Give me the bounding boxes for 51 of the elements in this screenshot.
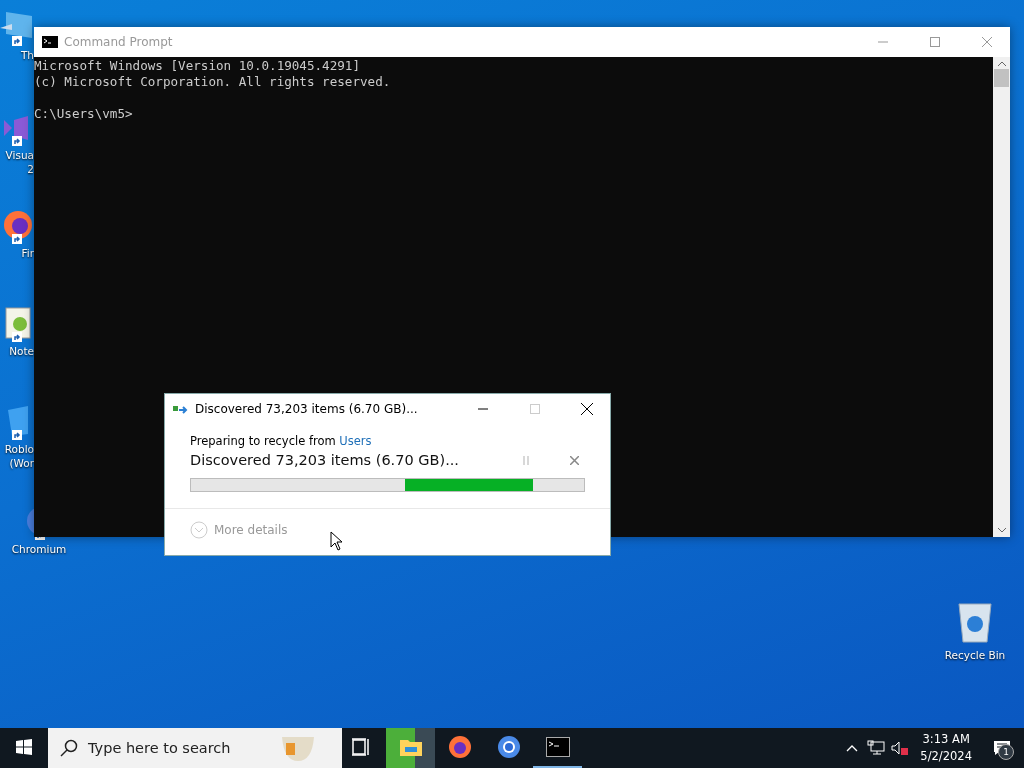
transfer-icon: [173, 403, 189, 415]
clock[interactable]: 3:13 AM 5/2/2024: [912, 731, 980, 765]
cancel-icon[interactable]: [570, 455, 579, 465]
search-field[interactable]: Type here to search: [48, 728, 342, 768]
shortcut-arrow-icon: [12, 136, 22, 146]
chevron-down-icon: [190, 521, 208, 539]
shortcut-arrow-icon: [12, 430, 22, 440]
close-icon: [581, 403, 593, 415]
chevron-up-icon[interactable]: [846, 744, 859, 752]
desktop-icon-label[interactable]: Fir: [21, 246, 34, 260]
maximize-icon: [530, 404, 540, 414]
desktop-icon-label[interactable]: Recycle Bin: [944, 648, 1006, 662]
notification-button[interactable]: 1: [980, 728, 1024, 768]
dialog-title: Discovered 73,203 items (6.70 GB)...: [195, 402, 419, 416]
chromium-icon: [496, 735, 521, 759]
search-icon: [60, 739, 78, 757]
scroll-up-icon[interactable]: [997, 61, 1006, 67]
network-icon[interactable]: [867, 740, 886, 756]
desktop-icon-label[interactable]: 2: [27, 162, 34, 176]
desktop-icon-label[interactable]: Th: [20, 48, 34, 62]
folder-icon: [398, 737, 423, 757]
shortcut-arrow-icon: [12, 234, 22, 244]
scrollbar[interactable]: [993, 57, 1010, 537]
scroll-thumb[interactable]: [994, 69, 1009, 87]
windows-logo-icon: [16, 739, 32, 755]
source-text: Preparing to recycle from Users: [190, 434, 373, 448]
source-link[interactable]: Users: [339, 434, 372, 448]
terminal-icon: [545, 737, 570, 757]
console-line: Microsoft Windows [Version 10.0.19045.4291]: [34, 58, 362, 74]
mouse-cursor-icon: [330, 531, 343, 551]
window-title: Command Prompt: [64, 35, 174, 49]
console-line: (c) Microsoft Corporation. All rights reserved.: [34, 74, 392, 90]
desktop-icon-label[interactable]: (Wor: [9, 456, 34, 470]
desktop-icon-label[interactable]: Visua: [5, 148, 34, 162]
recycle-bin-icon: [955, 600, 995, 644]
close-icon: [982, 37, 992, 47]
maximize-icon: [930, 37, 940, 47]
task-view-icon: [351, 738, 371, 756]
desktop-icon-label[interactable]: Chromium: [11, 542, 67, 556]
volume-muted-icon[interactable]: [891, 740, 910, 756]
command-prompt-line[interactable]: C:\Users\vm5>: [34, 106, 993, 122]
desktop-icon-label[interactable]: Roblo: [4, 442, 34, 456]
taskbar-app-button[interactable]: [386, 728, 435, 768]
desktop-icon-label[interactable]: Note: [9, 344, 34, 358]
terminal-icon: [42, 36, 58, 48]
status-text: Discovered 73,203 items (6.70 GB)...: [190, 452, 460, 468]
shortcut-arrow-icon: [12, 36, 22, 46]
firefox-icon: [447, 735, 472, 759]
more-details-button[interactable]: More details: [165, 509, 610, 551]
shortcut-arrow-icon: [12, 332, 22, 342]
scroll-down-icon[interactable]: [997, 527, 1006, 533]
